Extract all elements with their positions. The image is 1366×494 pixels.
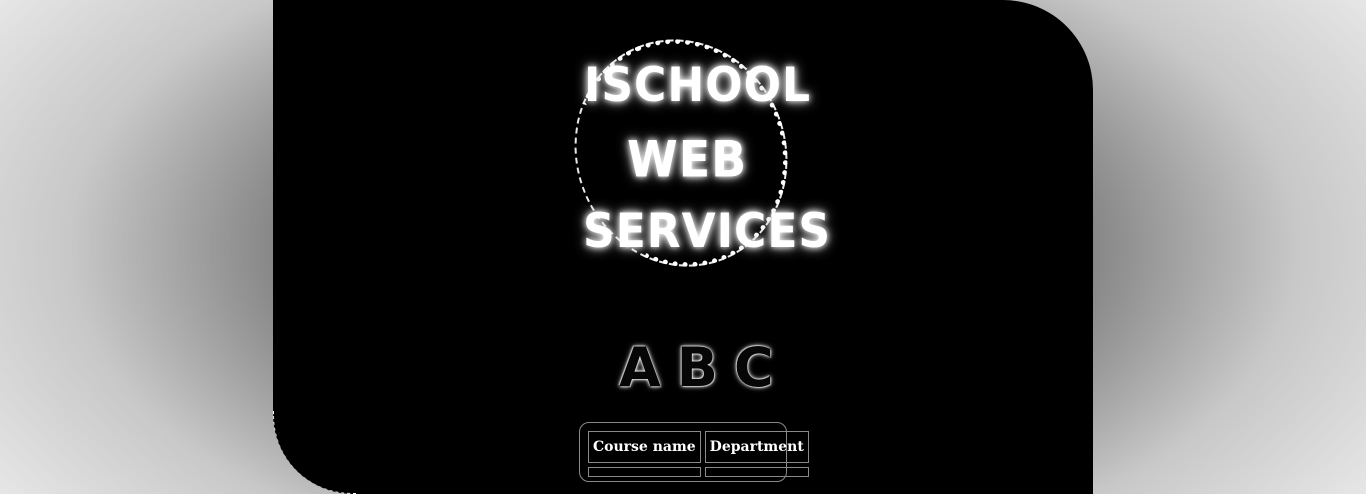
panel-dotted-edge-top-right [1035, 0, 1093, 58]
column-header-department: Department [704, 431, 809, 463]
main-panel: ISCHOOL WEB SERVICES ABC Course name Dep… [273, 0, 1093, 494]
table-header-row: Course name Department [588, 431, 809, 463]
table-cell-department [704, 467, 809, 477]
course-table: Course name Department [584, 427, 813, 481]
logo-line-web: WEB [627, 129, 748, 189]
panel-dotted-edge-bottom-left [273, 411, 356, 494]
table-cell-course-name [588, 467, 701, 477]
column-header-course-name: Course name [588, 431, 701, 463]
course-table-container: Course name Department [579, 422, 809, 482]
logo-line-services: SERVICES [583, 203, 832, 260]
logo-line-ischool: ISCHOOL [584, 57, 812, 114]
abc-logo: ABC [619, 336, 790, 399]
table-row [588, 467, 809, 477]
